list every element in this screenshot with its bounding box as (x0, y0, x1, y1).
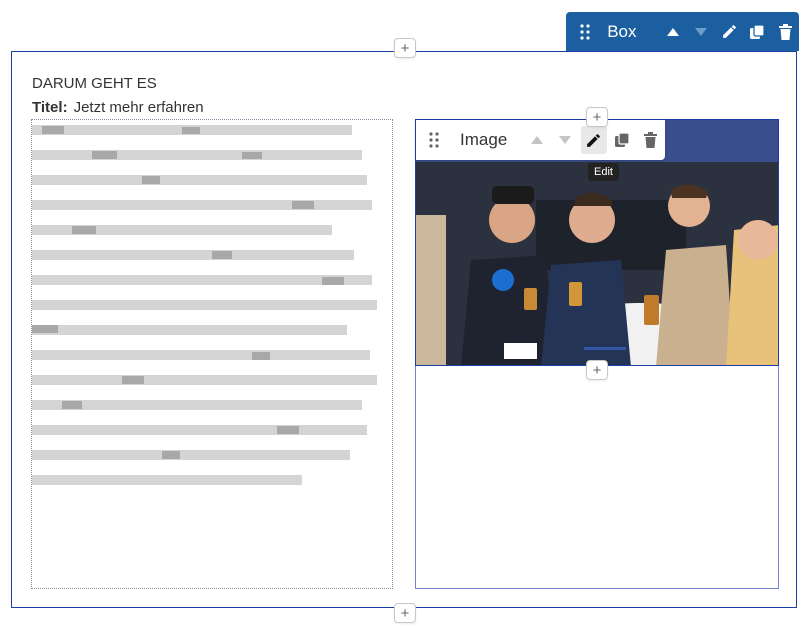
box-toolbar: Box (566, 12, 799, 51)
title-line: Titel: Jetzt mehr erfahren (32, 99, 204, 116)
drag-handle-icon[interactable] (566, 12, 603, 51)
add-block-top-button[interactable]: + (394, 38, 416, 58)
image-toolbar: Image (416, 120, 665, 160)
blurred-text-block (32, 125, 377, 485)
trash-icon[interactable] (637, 120, 665, 160)
add-image-bottom-button[interactable]: + (586, 360, 608, 380)
arrow-down-icon[interactable] (551, 120, 579, 160)
duplicate-icon[interactable] (743, 12, 771, 51)
image-label: Image (460, 130, 508, 149)
box-label: Box (607, 21, 637, 41)
duplicate-icon[interactable] (608, 120, 636, 160)
arrow-down-icon[interactable] (687, 12, 715, 51)
section-heading: DARUM GEHT ES (32, 75, 157, 92)
add-block-bottom-button[interactable]: + (394, 603, 416, 623)
drag-handle-icon[interactable] (416, 120, 452, 160)
arrow-up-icon[interactable] (660, 12, 688, 51)
title-label: Titel: (32, 99, 68, 116)
trash-icon[interactable] (771, 12, 799, 51)
edit-tooltip: Edit (588, 163, 619, 181)
title-value: Jetzt mehr erfahren (73, 99, 204, 116)
pencil-icon[interactable] (580, 126, 608, 154)
add-image-top-button[interactable]: + (586, 107, 608, 127)
text-column[interactable] (31, 119, 393, 589)
arrow-up-icon[interactable] (523, 120, 551, 160)
pencil-icon[interactable] (715, 12, 743, 51)
